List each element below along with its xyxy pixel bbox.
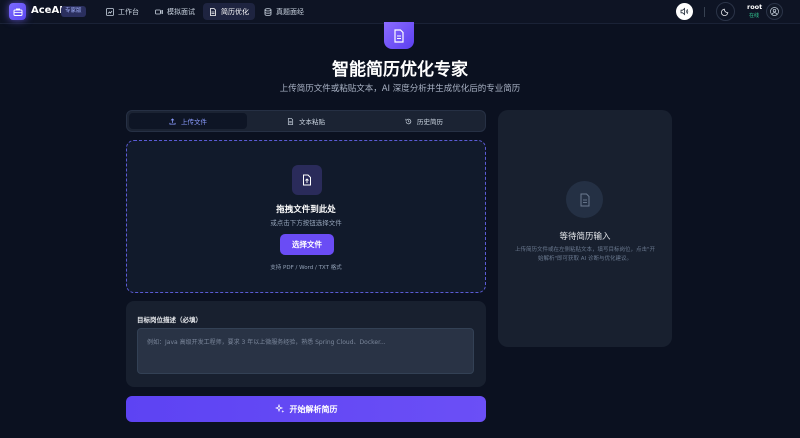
- waiting-description: 上传简历文件或在左侧粘贴文本，填写目标岗位，点击"开始解析"即可获取 AI 诊断…: [514, 247, 656, 262]
- tab-upload-file[interactable]: 上传文件: [129, 113, 247, 129]
- user-status: 在线: [749, 13, 760, 19]
- user-icon: [770, 7, 779, 16]
- waiting-title: 等待简历输入: [559, 232, 611, 242]
- sound-toggle-button[interactable]: [676, 3, 693, 20]
- nav-label: 简历优化: [221, 7, 249, 16]
- file-drop-zone[interactable]: 拖拽文件到此处 或点击下方按钮选择文件 选择文件 支持 PDF / Word /…: [126, 140, 486, 293]
- supported-formats: 支持 PDF / Word / TXT 格式: [270, 265, 342, 271]
- start-analysis-button[interactable]: 开始解析简历: [126, 396, 486, 422]
- divider: [704, 7, 705, 17]
- dashboard-icon: [106, 7, 114, 16]
- file-plus-icon: [303, 174, 311, 186]
- text-doc-icon: [287, 117, 294, 125]
- job-description-label: 目标岗位描述（必填）: [137, 316, 202, 324]
- top-navbar: AceAI 专家版 工作台 模拟面试 简历优化 真题面经 root 在线: [0, 0, 800, 24]
- choose-file-button[interactable]: 选择文件: [280, 234, 334, 255]
- video-icon: [155, 9, 163, 14]
- tab-label: 上传文件: [181, 118, 207, 126]
- nav-label: 模拟面试: [167, 7, 195, 16]
- upload-icon: [169, 117, 176, 125]
- result-panel: 等待简历输入 上传简历文件或在左侧粘贴文本，填写目标岗位，点击"开始解析"即可获…: [498, 110, 672, 347]
- edition-badge: 专家版: [61, 6, 86, 17]
- job-description-card: 目标岗位描述（必填）: [126, 301, 486, 387]
- job-description-input[interactable]: [137, 328, 474, 374]
- moon-icon: [721, 8, 729, 16]
- speaker-icon: [680, 7, 689, 16]
- start-analysis-label: 开始解析简历: [289, 404, 338, 414]
- drop-zone-title: 拖拽文件到此处: [276, 205, 336, 215]
- nav-item-questions[interactable]: 真题面经: [258, 3, 310, 20]
- sparkles-icon: [274, 404, 284, 413]
- tab-label: 历史简历: [417, 118, 443, 126]
- database-icon: [264, 7, 272, 16]
- waiting-document-icon: [566, 181, 603, 218]
- logo-icon[interactable]: [9, 3, 26, 20]
- page-title: 智能简历优化专家: [332, 60, 468, 80]
- tab-label: 文本粘贴: [299, 118, 325, 126]
- theme-toggle-button[interactable]: [716, 2, 735, 21]
- nav-item-mock-interview[interactable]: 模拟面试: [149, 3, 201, 20]
- document-icon: [580, 193, 589, 206]
- nav-item-resume-optimize[interactable]: 简历优化: [203, 3, 255, 20]
- nav-label: 工作台: [118, 7, 139, 16]
- file-upload-icon: [292, 165, 322, 195]
- user-name: root: [747, 3, 763, 11]
- briefcase-icon: [13, 8, 22, 16]
- tab-history-resume[interactable]: 历史简历: [365, 113, 483, 129]
- hero-document-icon: [384, 22, 414, 49]
- brand-name: AceAI: [31, 5, 63, 16]
- history-icon: [405, 118, 412, 124]
- document-icon: [210, 7, 216, 16]
- document-icon: [394, 28, 404, 43]
- avatar[interactable]: [766, 3, 783, 20]
- tab-paste-text[interactable]: 文本粘贴: [247, 113, 365, 129]
- nav-item-workbench[interactable]: 工作台: [100, 3, 145, 20]
- drop-zone-subtitle: 或点击下方按钮选择文件: [270, 219, 342, 227]
- input-mode-tabs: 上传文件 文本粘贴 历史简历: [126, 110, 486, 132]
- nav-label: 真题面经: [276, 7, 304, 16]
- page-subtitle: 上传简历文件或粘贴文本，AI 深度分析并生成优化后的专业简历: [279, 84, 521, 94]
